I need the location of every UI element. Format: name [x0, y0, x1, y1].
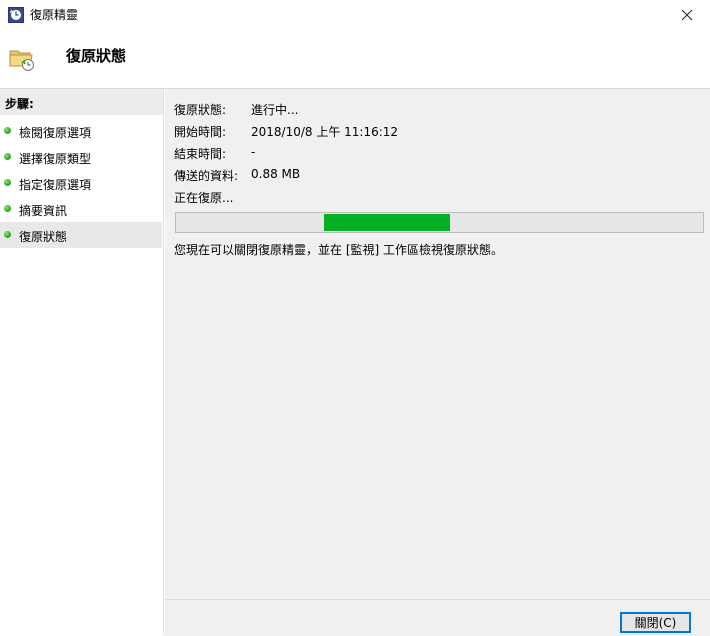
- steps-sidebar: 步驟: 檢閱復原選項 選擇復原類型 指定復原選項 摘要資訊 復原狀態: [0, 89, 164, 635]
- step-complete-icon: [4, 127, 11, 134]
- progress-bar: [175, 212, 704, 233]
- window-close-button[interactable]: [664, 0, 710, 30]
- step-complete-icon: [4, 231, 11, 238]
- sidebar-item-label: 摘要資訊: [19, 204, 68, 218]
- sidebar-item-review-options[interactable]: 檢閱復原選項: [0, 118, 162, 144]
- data-transferred-value: 0.88 MB: [251, 167, 301, 181]
- end-time-label: 結束時間:: [174, 147, 227, 161]
- data-transferred-label: 傳送的資料:: [174, 169, 239, 183]
- sidebar-item-summary[interactable]: 摘要資訊: [0, 196, 162, 222]
- sidebar-item-label: 指定復原選項: [19, 178, 92, 192]
- progress-bar-fill: [324, 214, 450, 231]
- status-value: 進行中...: [251, 103, 299, 117]
- steps-heading-label: 步驟:: [5, 97, 34, 111]
- steps-heading: 步驟:: [0, 89, 163, 115]
- wizard-footer: 關閉(C): [165, 599, 710, 636]
- info-message: 您現在可以關閉復原精靈，並在 [監視] 工作區檢視復原狀態。: [174, 243, 503, 257]
- wizard-header: 復原狀態: [0, 30, 710, 88]
- step-complete-icon: [4, 153, 11, 160]
- step-complete-icon: [4, 205, 11, 212]
- window-title: 復原精靈: [30, 8, 79, 22]
- title-bar: 復原精靈: [0, 0, 710, 30]
- recovery-clock-icon: [8, 7, 24, 23]
- folder-restore-icon: [9, 50, 34, 71]
- close-icon: [681, 9, 693, 21]
- status-panel: 復原狀態: 進行中... 開始時間: 2018/10/8 上午 11:16:12…: [165, 89, 710, 599]
- sidebar-item-label: 選擇復原類型: [19, 152, 92, 166]
- page-title: 復原狀態: [66, 47, 127, 65]
- sidebar-item-recovery-options[interactable]: 指定復原選項: [0, 170, 162, 196]
- status-label: 復原狀態:: [174, 103, 227, 117]
- progress-label: 正在復原...: [174, 191, 234, 205]
- close-button[interactable]: 關閉(C): [620, 612, 691, 633]
- sidebar-item-recovery-type[interactable]: 選擇復原類型: [0, 144, 162, 170]
- end-time-value: -: [251, 145, 256, 159]
- start-time-value: 2018/10/8 上午 11:16:12: [251, 125, 399, 139]
- sidebar-item-label: 檢閱復原選項: [19, 126, 92, 140]
- step-complete-icon: [4, 179, 11, 186]
- sidebar-item-label: 復原狀態: [19, 230, 68, 244]
- sidebar-item-recovery-status[interactable]: 復原狀態: [0, 222, 162, 248]
- start-time-label: 開始時間:: [174, 125, 227, 139]
